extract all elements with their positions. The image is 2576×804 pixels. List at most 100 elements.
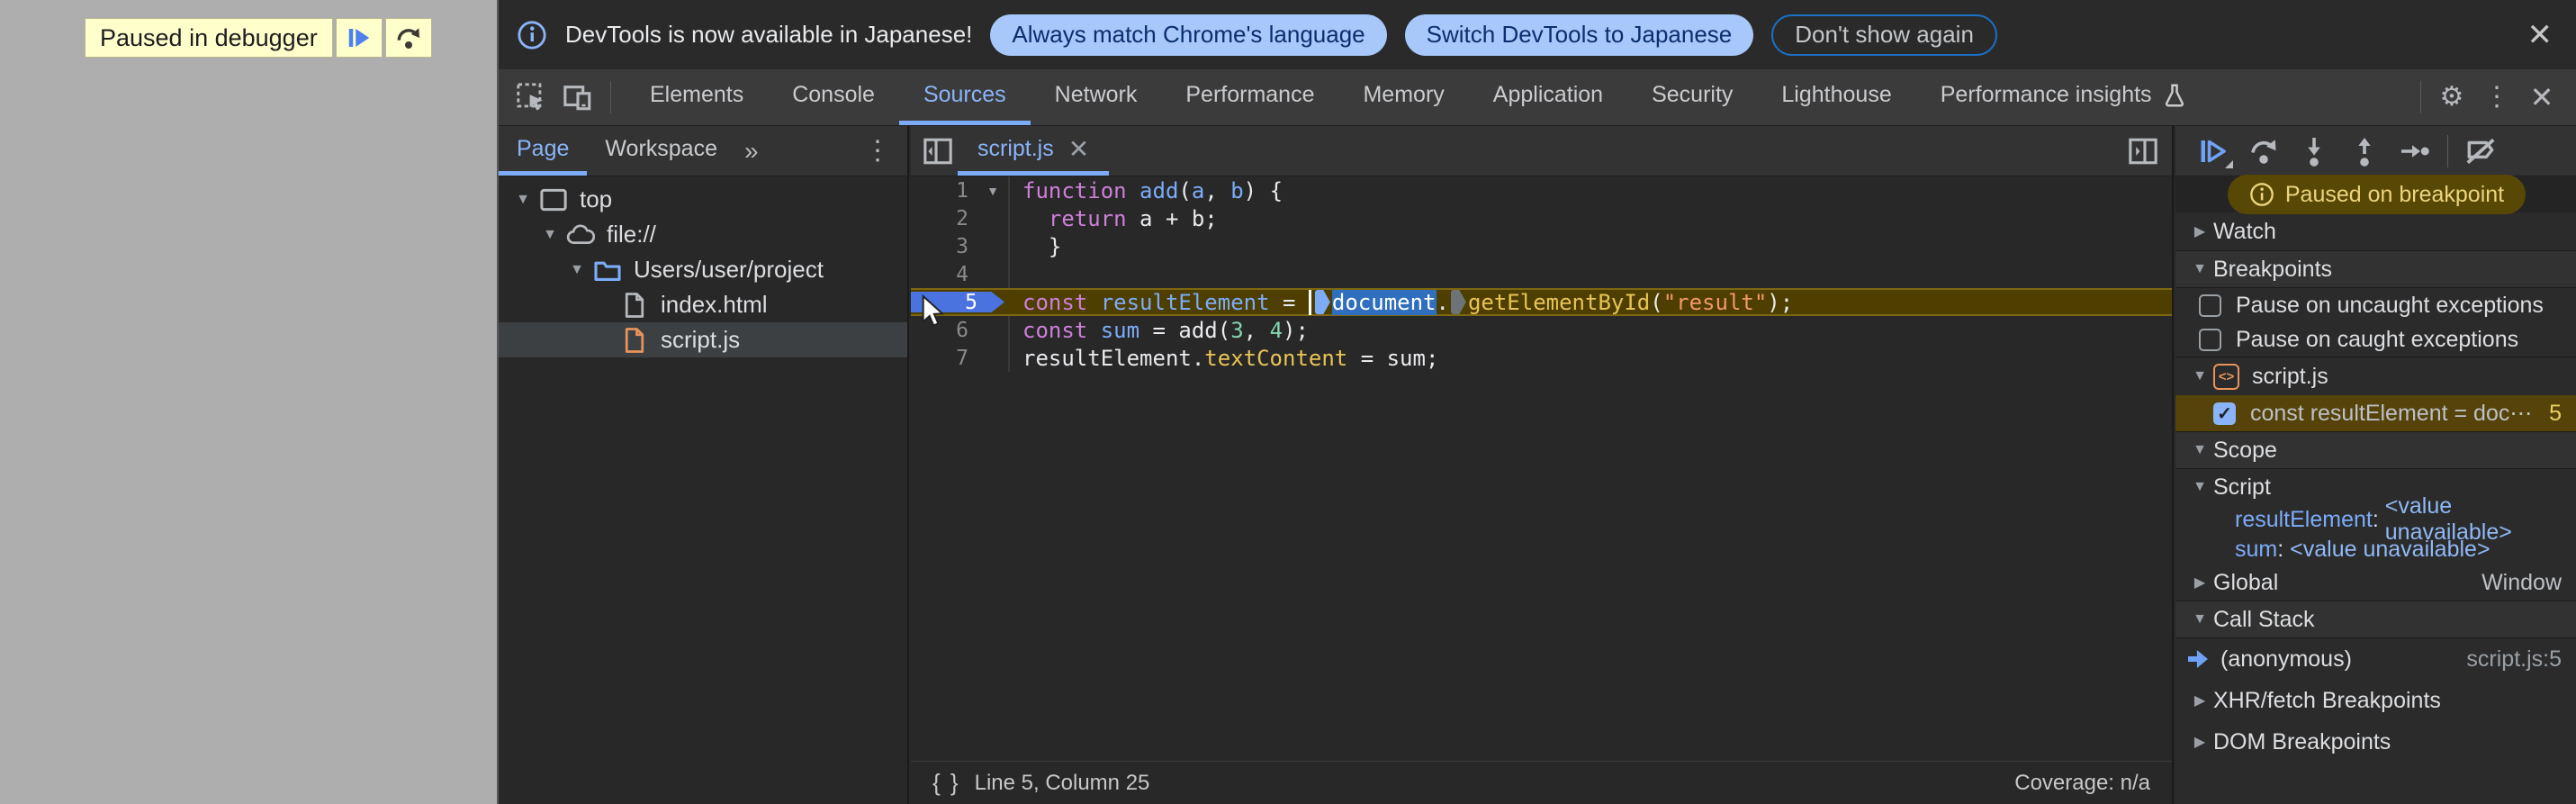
step-over-button[interactable]: [2240, 131, 2287, 172]
section-breakpoints[interactable]: ▼ Breakpoints: [2175, 251, 2576, 287]
debugger-sections: Paused on breakpoint ▶ Watch ▼ Breakpoints Pa…: [2175, 175, 2576, 763]
panel-tab-lighthouse[interactable]: Lighthouse: [1757, 69, 1915, 125]
resume-script-button[interactable]: [335, 18, 383, 58]
devtools-close-icon[interactable]: ✕: [2522, 77, 2562, 117]
more-tabs-chevron[interactable]: »: [735, 126, 765, 176]
code-fold-arrow-icon[interactable]: ▼: [986, 184, 999, 198]
collapse-arrow-icon[interactable]: ▼: [511, 192, 535, 208]
navigator-tab-page[interactable]: Page: [499, 126, 588, 176]
section-watch[interactable]: ▶ Watch: [2175, 212, 2576, 250]
settings-gear-icon[interactable]: ⚙: [2432, 77, 2472, 117]
tree-item-users-user-project[interactable]: ▼ Users/user/project: [499, 252, 907, 287]
step-out-button[interactable]: [2341, 131, 2388, 172]
script-file-icon: <>: [2213, 363, 2239, 390]
panel-tab-elements[interactable]: Elements: [626, 69, 768, 125]
breakpoint-checkbox[interactable]: ✓: [2213, 402, 2236, 425]
inspect-element-icon[interactable]: [511, 77, 551, 117]
frame-icon: [538, 186, 569, 213]
editor-tab-close-icon[interactable]: ✕: [1068, 134, 1089, 164]
code-token: document: [1331, 289, 1437, 315]
checkbox[interactable]: [2199, 328, 2221, 351]
expand-arrow-icon[interactable]: ▶: [2186, 691, 2213, 709]
navigator-tab-workspace[interactable]: Workspace: [587, 126, 735, 176]
frame-name: (anonymous): [2220, 646, 2352, 672]
collapse-debugger-sidebar-icon[interactable]: [2123, 131, 2163, 171]
panel-tab-performance-insights[interactable]: Performance insights: [1916, 69, 2212, 125]
expand-arrow-icon[interactable]: ▶: [2186, 574, 2213, 592]
line-number-gutter[interactable]: 3: [911, 232, 1010, 260]
switch-to-japanese-button[interactable]: Switch DevTools to Japanese: [1404, 14, 1754, 56]
checkbox[interactable]: [2199, 294, 2221, 317]
line-number-gutter[interactable]: 7: [911, 344, 1010, 372]
section-label: Script: [2213, 474, 2271, 500]
panel-tab-security[interactable]: Security: [1627, 69, 1757, 125]
continue-to-here-marker[interactable]: [1314, 290, 1330, 314]
tree-item-top[interactable]: ▼ top: [499, 182, 907, 217]
tree-item-label: Users/user/project: [634, 256, 824, 283]
deactivate-breakpoints-button[interactable]: [2457, 131, 2504, 172]
frame-location: script.js:5: [2466, 646, 2562, 672]
section-xhr-fetch-breakpoints[interactable]: ▶ XHR/fetch Breakpoints: [2175, 680, 2576, 721]
breakpoint-group-scriptjs[interactable]: ▼ <> script.js: [2175, 357, 2576, 395]
section-call-stack[interactable]: ▼ Call Stack: [2175, 601, 2576, 637]
expand-arrow-icon[interactable]: ▶: [2186, 222, 2213, 240]
panel-tab-label: Performance: [1185, 82, 1315, 107]
checkbox-row-pause-on-uncaught-exceptions[interactable]: Pause on uncaught exceptions: [2175, 288, 2576, 322]
code-token: sum: [1100, 317, 1140, 343]
devtools-window: DevTools is now available in Japanese! A…: [497, 0, 2576, 804]
dont-show-again-button[interactable]: Don't show again: [1771, 14, 1997, 56]
section-label: Call Stack: [2213, 606, 2315, 632]
more-options-icon[interactable]: ⋮: [2477, 77, 2517, 117]
step-over-button[interactable]: [384, 18, 432, 58]
folder-icon: [592, 257, 623, 284]
pretty-print-icon[interactable]: { }: [932, 769, 960, 797]
collapse-arrow-icon[interactable]: ▼: [2186, 479, 2213, 495]
variable-name: resultElement: [2235, 506, 2373, 532]
paused-on-breakpoint-badge: Paused on breakpoint: [2227, 175, 2526, 214]
panel-tab-memory[interactable]: Memory: [1338, 69, 1468, 125]
collapse-arrow-icon[interactable]: ▼: [538, 227, 562, 243]
breakpoint-entry[interactable]: ✓ const resultElement = doc⋯ 5: [2175, 395, 2576, 431]
code-editor[interactable]: 1 ▼ function add(a, b) {2 return a + b; 3 }…: [911, 176, 2172, 761]
tree-item-script-js[interactable]: script.js: [499, 322, 907, 357]
section-dom-breakpoints[interactable]: ▶ DOM Breakpoints: [2175, 721, 2576, 763]
call-stack-frame[interactable]: (anonymous) script.js:5: [2175, 638, 2576, 680]
collapse-arrow-icon[interactable]: ▼: [2186, 368, 2213, 384]
panel-tab-sources[interactable]: Sources: [898, 69, 1031, 125]
collapse-arrow-icon[interactable]: ▼: [2186, 442, 2213, 458]
panel-tab-network[interactable]: Network: [1031, 69, 1162, 125]
checkbox-row-pause-on-caught-exceptions[interactable]: Pause on caught exceptions: [2175, 322, 2576, 357]
scope-variable-resultelement[interactable]: resultElement: <value unavailable>: [2175, 493, 2576, 545]
tree-item-index-html[interactable]: index.html: [499, 287, 907, 322]
section-global[interactable]: ▶ Global Window: [2175, 565, 2576, 601]
panel-tab-label: Memory: [1363, 82, 1445, 107]
code-token: ,: [1204, 177, 1231, 203]
collapse-navigator-icon[interactable]: [918, 131, 958, 171]
collapse-arrow-icon[interactable]: ▼: [2186, 261, 2213, 277]
step-into-button[interactable]: [2291, 131, 2337, 172]
panel-tab-console[interactable]: Console: [768, 69, 899, 125]
expand-arrow-icon[interactable]: ▶: [2186, 733, 2213, 751]
panel-tab-performance[interactable]: Performance: [1161, 69, 1338, 125]
step-button[interactable]: [2391, 131, 2438, 172]
line-number-gutter[interactable]: 4: [911, 260, 1010, 288]
code-token: ) {: [1243, 177, 1283, 203]
collapse-arrow-icon[interactable]: ▼: [565, 262, 589, 278]
panel-tab-application[interactable]: Application: [1469, 69, 1627, 125]
tree-item-label: file://: [607, 221, 656, 248]
step-location-marker[interactable]: [1450, 290, 1466, 314]
infobar-close-icon[interactable]: ✕: [2527, 20, 2553, 50]
editor-panel: script.js ✕ 1 ▼ function add(a, b) {2 retu…: [911, 126, 2174, 804]
line-number-gutter[interactable]: 2: [911, 204, 1010, 232]
toolbar-divider: [610, 81, 611, 113]
tree-item-file-[interactable]: ▼ file://: [499, 217, 907, 252]
resume-button[interactable]: [2190, 131, 2237, 172]
section-scope[interactable]: ▼ Scope: [2175, 432, 2576, 468]
line-number-gutter[interactable]: 1 ▼: [911, 176, 1010, 204]
editor-tab-scriptjs[interactable]: script.js ✕: [958, 126, 1110, 176]
navigator-more-options-icon[interactable]: ⋮: [848, 126, 907, 176]
file-orange-icon: [619, 327, 650, 354]
collapse-arrow-icon[interactable]: ▼: [2186, 611, 2213, 628]
device-toolbar-icon[interactable]: [558, 77, 598, 117]
always-match-language-button[interactable]: Always match Chrome's language: [990, 14, 1387, 56]
